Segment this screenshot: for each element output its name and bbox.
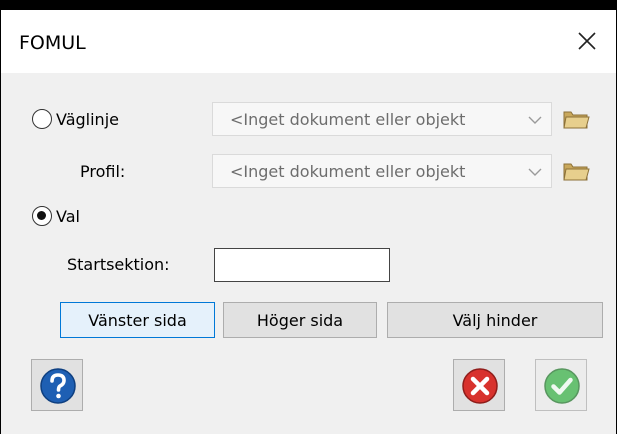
- vaglinje-combo[interactable]: <Inget dokument eller objekt: [212, 102, 552, 136]
- valj-hinder-button[interactable]: Välj hinder: [387, 302, 603, 338]
- window-title: FOMUL: [19, 32, 86, 54]
- vaglinje-browse-button[interactable]: [558, 102, 594, 136]
- hoger-sida-button[interactable]: Höger sida: [223, 302, 377, 338]
- ok-check-icon: [544, 368, 580, 404]
- cancel-button[interactable]: [453, 359, 505, 411]
- ok-button[interactable]: [535, 359, 587, 411]
- profil-combo[interactable]: <Inget dokument eller objekt: [212, 154, 552, 188]
- startsektion-input[interactable]: [214, 248, 390, 282]
- vaglinje-radio[interactable]: [32, 109, 52, 129]
- cancel-icon: [462, 368, 498, 404]
- close-icon: [578, 32, 596, 50]
- fomul-dialog: FOMUL Väglinje <Inget dokument eller obj…: [0, 0, 617, 434]
- folder-icon: [563, 163, 590, 181]
- folder-icon: [563, 111, 590, 129]
- vaglinje-label: Väglinje: [56, 110, 119, 129]
- help-button[interactable]: [31, 359, 83, 411]
- profil-browse-button[interactable]: [558, 154, 594, 188]
- vaglinje-combo-text: <Inget dokument eller objekt: [230, 110, 466, 129]
- chevron-down-icon: [528, 116, 542, 124]
- val-label: Val: [56, 207, 80, 226]
- help-icon: [40, 368, 76, 404]
- val-radio[interactable]: [32, 206, 52, 226]
- chevron-down-icon: [528, 168, 542, 176]
- vanster-sida-button[interactable]: Vänster sida: [60, 302, 215, 338]
- profil-label: Profil:: [80, 162, 126, 181]
- title-bar: FOMUL: [1, 10, 616, 73]
- startsektion-label: Startsektion:: [67, 255, 170, 274]
- close-button[interactable]: [558, 10, 616, 73]
- profil-combo-text: <Inget dokument eller objekt: [230, 162, 466, 181]
